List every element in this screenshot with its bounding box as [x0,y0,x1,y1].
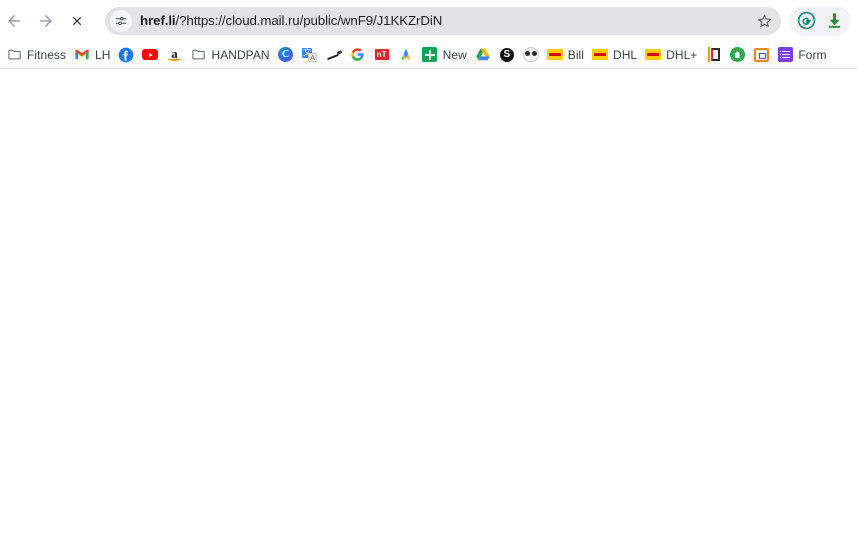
bookmark-fitness[interactable]: Fitness [2,44,70,66]
bookmark-label: DHL+ [666,47,698,62]
bookmark-bill[interactable]: Bill [543,44,588,66]
bookmark-amazon[interactable]: a [162,44,186,66]
monitor-icon [753,47,769,63]
bookmark-star-button[interactable] [751,8,777,34]
bookmark-circle-c[interactable] [274,44,298,66]
forms-icon [777,47,793,63]
bookmarks-bar: Fitness LH a HANDPAN C 文 A nT New S Bill… [0,41,857,68]
bookmark-dhl[interactable]: DHL [588,44,641,66]
dhl-icon [591,47,608,63]
stop-loading-button[interactable] [63,7,91,35]
bookmark-form[interactable]: Form [773,44,830,66]
bookmark-youtube[interactable] [138,44,162,66]
bookmark-dhl-plus[interactable]: DHL+ [641,44,701,66]
address-bar[interactable]: href.li/?https://cloud.mail.ru/public/wn… [105,6,781,35]
back-arrow-icon [8,14,20,27]
google-drive-icon [475,47,491,63]
url-host: href.li [140,13,176,28]
bookmark-google-ads[interactable] [394,44,418,66]
green-circle-icon [729,47,745,63]
grammarly-extension-button[interactable] [793,8,819,34]
omnibox-container: href.li/?https://cloud.mail.ru/public/wn… [105,6,781,35]
url-text[interactable]: href.li/?https://cloud.mail.ru/public/wn… [140,13,751,28]
facebook-icon [118,47,134,63]
bookmark-new[interactable]: New [418,44,471,66]
black-globe-icon [499,47,515,63]
folder-icon [6,47,22,63]
bookmark-nt[interactable]: nT [370,44,394,66]
gmail-icon [74,47,90,63]
dhl-icon [546,47,563,63]
bookmark-label: Fitness [27,47,67,62]
amazon-icon: a [166,47,182,63]
dhl-icon [645,47,662,63]
bookmark-globe[interactable] [495,44,519,66]
bookmark-label: Form [798,47,827,62]
google-icon [350,47,366,63]
bookmark-label: HANDPAN [211,47,270,62]
bookmark-pen[interactable] [322,44,346,66]
panda-icon [522,47,539,63]
bookmark-google[interactable] [346,44,370,66]
bookmark-drive[interactable] [471,44,495,66]
bookmark-facebook[interactable] [114,44,138,66]
bookmark-label: New [442,47,467,62]
dark-glyph-icon [705,47,721,63]
page-content [0,69,857,550]
bookmark-label: Bill [567,47,584,62]
pen-icon [326,47,342,63]
close-icon [72,16,82,25]
youtube-icon [142,47,159,63]
site-info-button[interactable] [110,9,132,32]
browser-toolbar: href.li/?https://cloud.mail.ru/public/wn… [0,0,857,41]
google-ads-icon [398,47,414,63]
extensions-group [789,5,851,36]
back-button[interactable] [0,7,28,35]
folder-icon [190,47,206,63]
bookmark-label: DHL [612,47,638,62]
downloads-button[interactable] [821,8,847,34]
forward-button[interactable] [32,7,60,35]
bookmark-panda[interactable] [519,44,543,66]
red-nt-icon: nT [374,47,390,63]
star-icon [757,14,771,28]
bookmark-dark-glyph[interactable] [701,44,725,66]
grammarly-icon [797,11,815,30]
url-path: /?https://cloud.mail.ru/public/wnF9/J1KK… [175,13,443,28]
google-translate-icon [302,47,318,63]
bookmark-monitor[interactable] [749,44,773,66]
bookmark-green-circle[interactable] [725,44,749,66]
bookmark-translate[interactable] [298,44,322,66]
tune-sliders-icon [115,16,127,25]
bookmark-label: LH [95,47,111,62]
browser-window: href.li/?https://cloud.mail.ru/public/wn… [0,0,857,550]
bookmark-lh[interactable]: LH [70,44,114,66]
download-arrow-icon [828,13,840,28]
bookmark-handpan[interactable]: HANDPAN [186,44,273,66]
green-plus-icon [422,47,438,63]
forward-arrow-icon [40,14,52,27]
circle-c-icon [278,47,294,63]
